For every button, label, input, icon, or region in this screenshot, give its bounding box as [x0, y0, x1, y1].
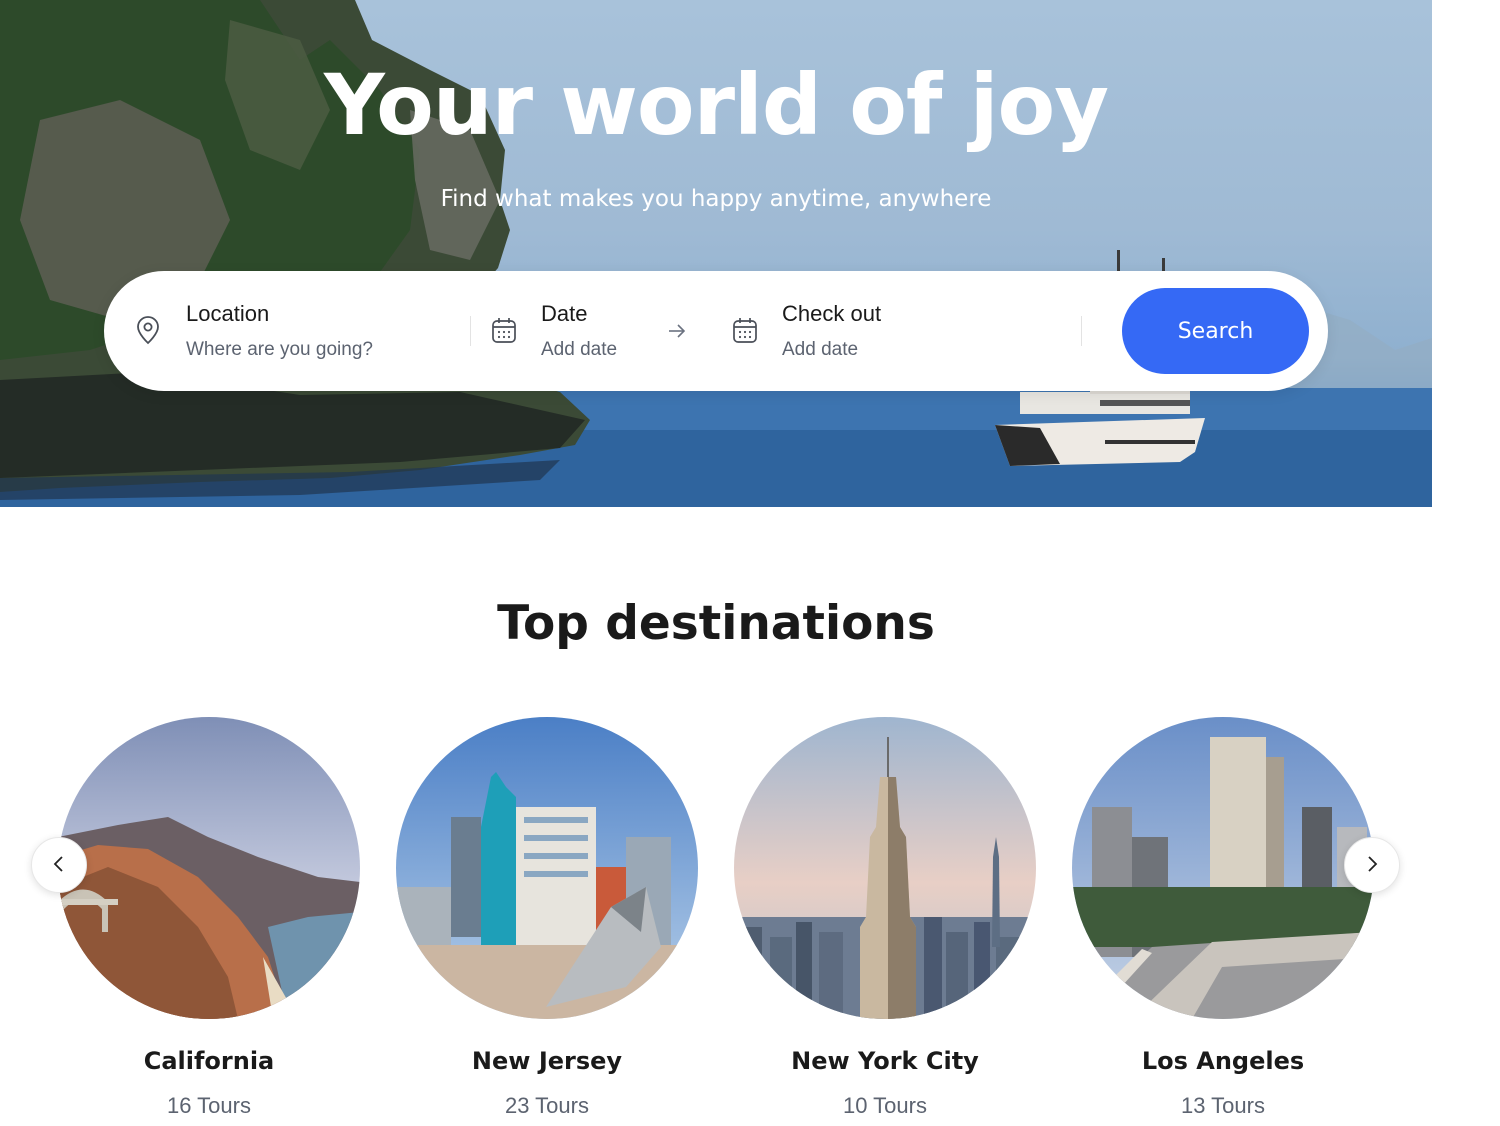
destination-image-new-york-city: [734, 717, 1036, 1019]
destination-card-new-jersey[interactable]: New Jersey 23 Tours: [396, 717, 698, 1126]
calendar-icon: [731, 315, 759, 350]
search-bar: Location Where are you going? Date Add d…: [104, 271, 1328, 391]
destination-image-los-angeles: [1072, 717, 1374, 1019]
checkout-label: Check out: [782, 301, 882, 326]
destination-tour-count: 23 Tours: [505, 1093, 589, 1118]
destination-tour-count: 10 Tours: [843, 1093, 927, 1118]
destination-tour-count: 16 Tours: [167, 1093, 251, 1118]
date-field[interactable]: Date Add date: [484, 271, 684, 391]
destination-card-los-angeles[interactable]: Los Angeles 13 Tours: [1072, 717, 1374, 1126]
carousel-next-button[interactable]: [1344, 837, 1400, 893]
destination-name: Los Angeles: [1141, 1047, 1305, 1075]
location-label: Location: [186, 301, 270, 326]
hero-title: Your world of joy: [324, 56, 1109, 154]
destination-tour-count: 13 Tours: [1181, 1093, 1265, 1118]
search-button[interactable]: Search: [1122, 288, 1309, 374]
hero-banner: Your world of joy Find what makes you ha…: [0, 0, 1432, 507]
chevron-right-icon: [1364, 855, 1380, 876]
checkout-input[interactable]: Add date: [782, 339, 858, 361]
carousel-prev-button[interactable]: [31, 837, 87, 893]
destination-name: New Jersey: [471, 1047, 623, 1075]
field-divider: [470, 316, 471, 346]
section-title-top-destinations: Top destinations: [497, 596, 935, 651]
destination-card-new-york-city[interactable]: New York City 10 Tours: [734, 717, 1036, 1126]
destination-name: New York City: [791, 1047, 979, 1075]
destination-image-california: [58, 717, 360, 1019]
destination-image-new-jersey: [396, 717, 698, 1019]
hero-subtitle: Find what makes you happy anytime, anywh…: [440, 186, 992, 212]
date-label: Date: [541, 301, 588, 326]
destination-name: California: [143, 1047, 275, 1075]
arrow-right-icon: [667, 323, 687, 344]
calendar-icon: [490, 315, 518, 350]
chevron-left-icon: [51, 855, 67, 876]
destination-card-california[interactable]: California 16 Tours: [58, 717, 360, 1126]
location-field[interactable]: Location Where are you going?: [104, 271, 470, 391]
field-divider: [1081, 316, 1082, 346]
checkout-field[interactable]: Check out Add date: [726, 271, 1066, 391]
map-pin-icon: [135, 315, 161, 350]
date-input[interactable]: Add date: [541, 339, 617, 361]
location-input[interactable]: Where are you going?: [186, 339, 373, 361]
